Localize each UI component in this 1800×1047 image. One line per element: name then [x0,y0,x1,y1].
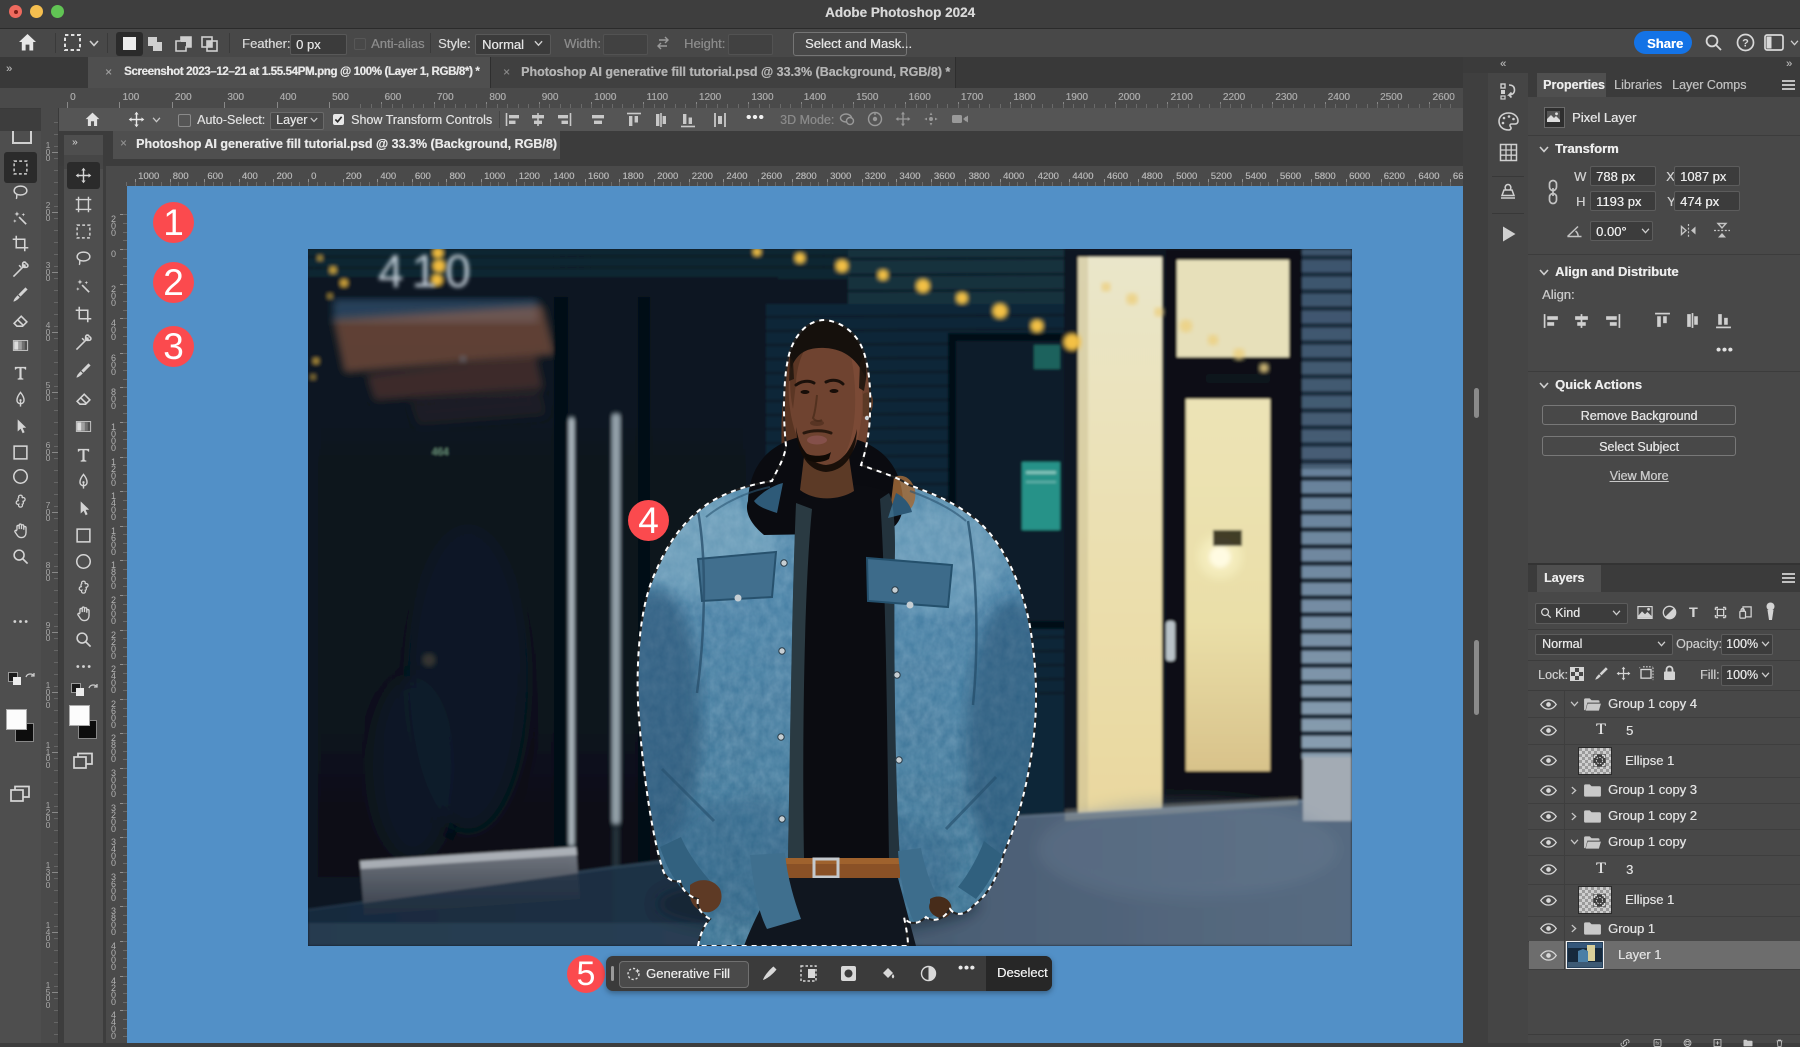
svg-text:?: ? [1742,38,1749,50]
svg-text:464: 464 [432,447,449,458]
svg-text:fx: fx [1655,1041,1659,1047]
svg-text:410: 410 [378,249,479,297]
